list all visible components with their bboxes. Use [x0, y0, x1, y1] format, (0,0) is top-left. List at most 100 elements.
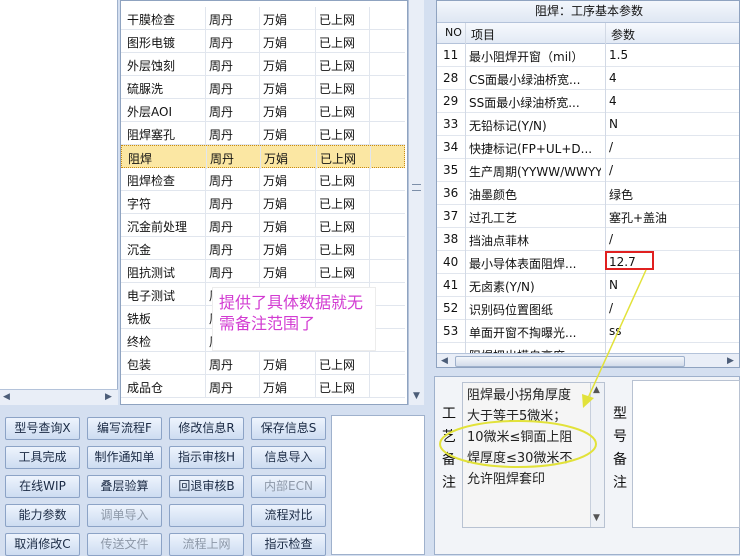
process-cell-person: 周丹	[209, 105, 234, 119]
toolbar-button[interactable]: 指示检查	[251, 533, 326, 556]
toolbar-button[interactable]	[169, 504, 244, 527]
scroll-down-icon[interactable]: ▼	[413, 391, 420, 401]
param-cell-value[interactable]: 绿色	[609, 186, 633, 203]
left-tree-panel[interactable]	[0, 0, 118, 405]
toolbar-button[interactable]: 取消修改C	[5, 533, 80, 556]
scroll-right-icon[interactable]: ▶	[727, 356, 734, 366]
process-notes-text: 阻焊最小拐角厚度 大于等于5微米； 10微米≤铜面上阻 焊厚度≤30微米不 允许阻焊套印	[467, 388, 573, 487]
process-row[interactable]: 外层蚀刻 周丹 万娟 已上网	[121, 53, 405, 76]
process-cell-person: 周丹	[209, 381, 234, 395]
scroll-grip-icon[interactable]	[412, 184, 421, 191]
toolbar-button[interactable]: 工具完成	[5, 446, 80, 469]
scroll-up-icon[interactable]: ▲	[593, 385, 600, 395]
header-item[interactable]: 项目	[471, 26, 495, 43]
toolbar-button[interactable]: 在线WIP	[5, 475, 80, 498]
param-cell-value[interactable]: /	[609, 301, 613, 315]
process-row[interactable]: 包装 周丹 万娟 已上网	[121, 352, 405, 375]
toolbar-button[interactable]: 流程上网	[169, 533, 244, 556]
param-row[interactable]: 41 无卤素(Y/N) N	[437, 274, 739, 297]
scroll-left-icon[interactable]: ◀	[441, 356, 448, 366]
param-cell-value[interactable]: N	[609, 278, 618, 292]
process-vertical-scrollbar[interactable]: ▼	[408, 0, 424, 405]
param-row[interactable]: 11 最小阻焊开窗（mil） 1.5	[437, 44, 739, 67]
param-cell-item: 最小导体表面阻焊...	[469, 257, 577, 271]
process-row[interactable]: 干膜检查 周丹 万娟 已上网	[121, 7, 405, 30]
param-cell-value[interactable]: 塞孔+盖油	[609, 209, 667, 226]
process-cell-person: 周丹	[209, 36, 234, 50]
params-horizontal-scrollbar[interactable]: ◀ ▶	[437, 353, 739, 367]
toolbar-button[interactable]: 传送文件	[87, 533, 162, 556]
toolbar-button[interactable]: 回退审核B	[169, 475, 244, 498]
param-cell-value[interactable]: /	[609, 140, 613, 154]
param-cell-value[interactable]: 1.5	[609, 48, 628, 62]
process-row[interactable]: 阻抗测试 周丹 万娟 已上网	[121, 260, 405, 283]
toolbar-button[interactable]: 制作通知单	[87, 446, 162, 469]
toolbar-button[interactable]: 指示审核H	[169, 446, 244, 469]
param-cell-no: 28	[443, 71, 459, 85]
process-cell-status: 已上网	[319, 266, 356, 280]
process-cell-reviewer: 万娟	[263, 197, 288, 211]
toolbar-button[interactable]: 型号查询X	[5, 417, 80, 440]
param-row[interactable]: 37 过孔工艺 塞孔+盖油	[437, 205, 739, 228]
toolbar-button[interactable]: 叠层验算	[87, 475, 162, 498]
process-row[interactable]: 字符 周丹 万娟 已上网	[121, 191, 405, 214]
process-row[interactable]: 成品仓 周丹 万娟 已上网	[121, 375, 405, 398]
param-cell-value[interactable]: 4	[609, 94, 617, 108]
notes-vertical-scrollbar[interactable]: ▲ ▼	[590, 383, 604, 527]
toolbar-button[interactable]: 修改信息R	[169, 417, 244, 440]
process-cell-name: 电子测试	[127, 289, 176, 303]
process-cell-reviewer: 万娟	[263, 36, 288, 50]
param-row[interactable]: 33 无铅标记(Y/N) N	[437, 113, 739, 136]
left-horizontal-scrollbar[interactable]: ◀ ▶	[0, 389, 118, 405]
toolbar-button[interactable]: 保存信息S	[251, 417, 326, 440]
toolbar-button[interactable]: 内部ECN	[251, 475, 326, 498]
param-cell-value[interactable]: 4	[609, 71, 617, 85]
param-row[interactable]: 35 生产周期(YYWW/WWYY) /	[437, 159, 739, 182]
param-cell-no: 29	[443, 94, 459, 108]
header-value[interactable]: 参数	[611, 26, 635, 43]
process-row[interactable]: 硫脲洗 周丹 万娟 已上网	[121, 76, 405, 99]
annotation-note: 提供了具体数据就无需备注范围了	[212, 287, 376, 351]
blank-list-box[interactable]	[331, 415, 425, 555]
param-row[interactable]: 36 油墨颜色 绿色	[437, 182, 739, 205]
param-row[interactable]: 28 CS面最小绿油桥宽... 4	[437, 67, 739, 90]
param-row[interactable]: 34 快捷标记(FP+UL+D... /	[437, 136, 739, 159]
process-cell-person: 周丹	[209, 174, 234, 188]
process-notes-textarea[interactable]: 阻焊最小拐角厚度 大于等于5微米； 10微米≤铜面上阻 焊厚度≤30微米不 允许阻焊套印…	[462, 382, 605, 528]
header-no[interactable]: NO	[445, 26, 462, 39]
scroll-right-icon[interactable]: ▶	[105, 392, 112, 402]
model-notes-textarea[interactable]	[632, 380, 740, 528]
param-cell-no: 34	[443, 140, 459, 154]
param-cell-value[interactable]: ss	[609, 324, 622, 338]
process-row[interactable]: 阻焊检查 周丹 万娟 已上网	[121, 168, 405, 191]
toolbar-button[interactable]: 编写流程F	[87, 417, 162, 440]
param-row[interactable]: 29 SS面最小绿油桥宽... 4	[437, 90, 739, 113]
param-row[interactable]: 40 最小导体表面阻焊... 12.7	[437, 251, 739, 274]
process-row[interactable]: 阻焊 周丹 万娟 已上网	[121, 145, 405, 169]
process-row[interactable]: 外层AOI 周丹 万娟 已上网	[121, 99, 405, 122]
toolbar-button[interactable]: 调单导入	[87, 504, 162, 527]
param-cell-value[interactable]: /	[609, 163, 613, 177]
process-row[interactable]: 阻焊塞孔 周丹 万娟 已上网	[121, 122, 405, 145]
scroll-down-icon[interactable]: ▼	[593, 513, 600, 523]
scroll-left-icon[interactable]: ◀	[3, 392, 10, 402]
process-cell-name: 硫脲洗	[127, 82, 164, 96]
scroll-thumb[interactable]	[455, 356, 685, 367]
params-title: 阻焊：工序基本参数	[437, 1, 739, 23]
process-cell-status: 已上网	[319, 381, 356, 395]
param-row[interactable]: 52 识别码位置图纸 /	[437, 297, 739, 320]
process-row[interactable]: 沉金 周丹 万娟 已上网	[121, 237, 405, 260]
param-cell-item: 快捷标记(FP+UL+D...	[469, 142, 593, 156]
param-cell-value[interactable]: N	[609, 117, 618, 131]
toolbar-button[interactable]: 信息导入	[251, 446, 326, 469]
process-row[interactable]: 沉金前处理 周丹 万娟 已上网	[121, 214, 405, 237]
toolbar-button[interactable]: 流程对比	[251, 504, 326, 527]
param-cell-no: 40	[443, 255, 459, 269]
param-row[interactable]: 53 单面开窗不掏曝光... ss	[437, 320, 739, 343]
toolbar-button[interactable]: 能力参数	[5, 504, 80, 527]
param-row[interactable]: 38 挡油点菲林 /	[437, 228, 739, 251]
param-cell-value[interactable]: /	[609, 232, 613, 246]
process-row[interactable]: 图形电镀 周丹 万娟 已上网	[121, 30, 405, 53]
param-cell-item: 挡油点菲林	[469, 234, 530, 248]
process-notes-label: 工艺备注	[442, 406, 456, 491]
